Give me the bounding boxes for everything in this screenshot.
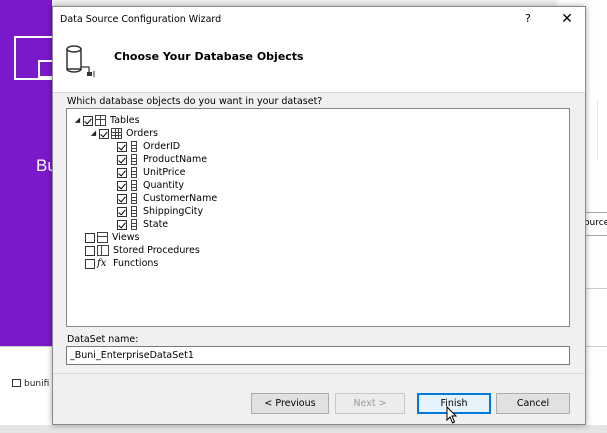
tree-node-label: Tables	[110, 115, 140, 126]
tree-node-label: Stored Procedures	[113, 245, 200, 256]
objects-prompt: Which database objects do you want in yo…	[67, 96, 323, 107]
wizard-dialog: Data Source Configuration Wizard ? ✕ Cho…	[52, 6, 586, 425]
tree-node-column[interactable]: CustomerName	[117, 192, 217, 205]
collapse-arrow-icon[interactable]: ◢	[73, 116, 82, 125]
column-icon	[131, 154, 137, 165]
stored-procedure-icon	[97, 245, 109, 256]
wizard-footer: < Previous Next > Finish Cancel	[53, 373, 585, 425]
page-heading: Choose Your Database Objects	[114, 50, 304, 63]
background-statusbar	[0, 425, 607, 433]
column-icon	[131, 193, 137, 204]
stored-procedures-checkbox[interactable]	[85, 245, 95, 256]
table-icon	[111, 128, 122, 139]
background-source-text: ource	[584, 218, 607, 228]
tree-node-column[interactable]: ShippingCity	[117, 205, 203, 218]
column-icon	[131, 180, 137, 191]
collapse-arrow-icon[interactable]: ◢	[89, 129, 98, 138]
tree-node-label: ProductName	[143, 154, 208, 165]
orders-checkbox[interactable]	[99, 128, 109, 139]
column-checkbox[interactable]	[117, 206, 127, 217]
column-checkbox[interactable]	[117, 193, 127, 204]
next-button[interactable]: Next >	[335, 393, 405, 414]
dataset-name-label: DataSet name:	[67, 334, 139, 345]
tree-node-functions[interactable]: fx Functions	[85, 257, 158, 270]
views-checkbox[interactable]	[85, 232, 95, 243]
tree-node-column[interactable]: State	[117, 218, 168, 231]
column-icon	[131, 141, 137, 152]
column-icon	[131, 167, 137, 178]
column-icon	[131, 219, 137, 230]
function-icon: fx	[97, 258, 107, 269]
views-icon	[97, 232, 108, 243]
tree-node-label: Functions	[113, 258, 159, 269]
help-button[interactable]: ?	[525, 12, 531, 25]
tree-node-label: Quantity	[143, 180, 185, 191]
close-button[interactable]: ✕	[558, 10, 576, 28]
previous-button[interactable]: < Previous	[251, 393, 329, 414]
tree-node-orders[interactable]: ◢ Orders	[89, 127, 158, 140]
tree-node-label: UnitPrice	[143, 167, 186, 178]
database-icon	[66, 45, 95, 77]
tree-node-label: CustomerName	[143, 193, 218, 204]
tables-checkbox[interactable]	[83, 115, 93, 126]
tree-node-column[interactable]: ProductName	[117, 153, 207, 166]
column-checkbox[interactable]	[117, 219, 127, 230]
column-checkbox[interactable]	[117, 141, 127, 152]
project-icon	[12, 379, 21, 387]
tree-node-column[interactable]: Quantity	[117, 179, 184, 192]
cancel-button[interactable]: Cancel	[496, 393, 570, 414]
tree-node-column[interactable]: OrderID	[117, 140, 180, 153]
dataset-name-input[interactable]	[66, 346, 570, 365]
dialog-title: Data Source Configuration Wizard	[60, 14, 222, 25]
tree-node-label: State	[143, 219, 169, 230]
background-bottom-panel: bunifi	[0, 346, 52, 433]
column-checkbox[interactable]	[117, 180, 127, 191]
tree-node-views[interactable]: Views	[85, 231, 140, 244]
background-divider	[597, 100, 607, 160]
background-project-item: bunifi	[12, 379, 49, 389]
column-checkbox[interactable]	[117, 167, 127, 178]
wizard-header: Choose Your Database Objects	[53, 31, 585, 93]
tables-icon	[95, 113, 110, 126]
column-icon	[131, 206, 137, 217]
background-project-label: bunifi	[24, 379, 50, 389]
background-app-banner: Bu	[0, 0, 57, 346]
mouse-cursor-icon	[446, 406, 458, 424]
functions-checkbox[interactable]	[85, 258, 95, 269]
tree-node-label: Orders	[126, 128, 158, 139]
tree-node-tables[interactable]: ◢ Tables	[73, 113, 140, 127]
database-objects-tree[interactable]: ◢ Tables ◢ Orders OrderID ProductName Un…	[66, 108, 570, 327]
tree-node-label: Views	[112, 232, 140, 243]
tree-node-label: ShippingCity	[143, 206, 204, 217]
dialog-titlebar[interactable]: Data Source Configuration Wizard ? ✕	[53, 7, 585, 31]
banner-tile-icon-inner	[38, 60, 52, 78]
tree-node-stored-procedures[interactable]: Stored Procedures	[85, 244, 200, 257]
column-checkbox[interactable]	[117, 154, 127, 165]
tree-node-column[interactable]: UnitPrice	[117, 166, 186, 179]
tree-node-label: OrderID	[143, 141, 181, 152]
